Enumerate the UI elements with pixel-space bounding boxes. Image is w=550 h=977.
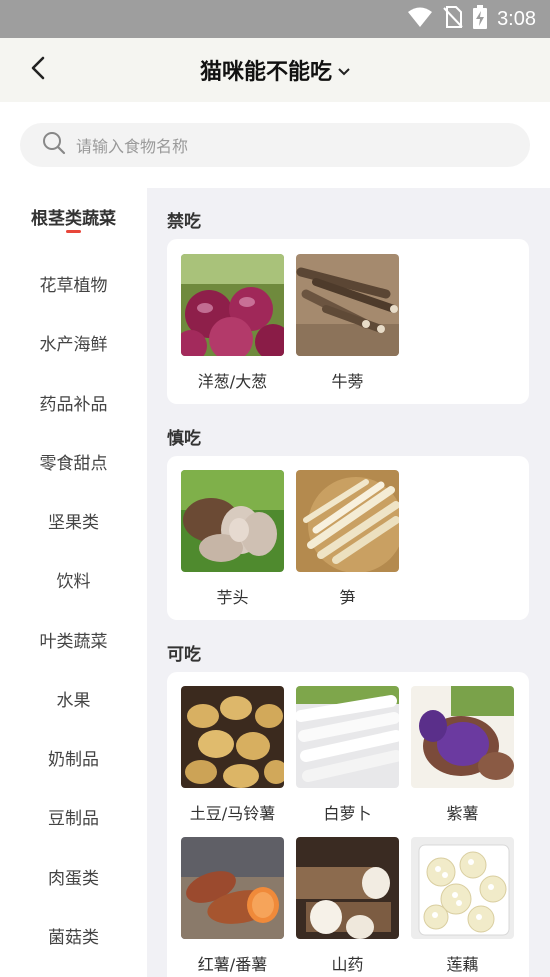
food-item[interactable]: 笋 xyxy=(296,470,399,608)
category-item[interactable]: 水产海鲜 xyxy=(0,322,147,362)
section-card-edible: 土豆/马铃薯 白萝卜 紫薯 红薯/番薯 山药 莲藕 xyxy=(167,672,529,977)
status-time: 3:08 xyxy=(497,7,536,30)
yam-image xyxy=(296,837,399,939)
category-item[interactable]: 饮料 xyxy=(0,559,147,599)
food-name: 洋葱/大葱 xyxy=(197,372,268,391)
category-item[interactable]: 零食甜点 xyxy=(0,441,147,481)
bamboo-shoot-image xyxy=(296,470,399,572)
category-item[interactable]: 药品补品 xyxy=(0,382,147,422)
food-name: 白萝卜 xyxy=(323,804,372,823)
food-name: 土豆/马铃薯 xyxy=(189,804,276,823)
category-item[interactable]: 叶类蔬菜 xyxy=(0,619,147,659)
food-item[interactable]: 白萝卜 xyxy=(296,686,399,824)
food-name: 芋头 xyxy=(216,588,249,607)
battery-charging-icon xyxy=(473,5,488,33)
wifi-icon xyxy=(407,6,433,32)
category-item[interactable]: 水果 xyxy=(0,678,147,718)
food-item[interactable]: 山药 xyxy=(296,837,399,975)
section-title-forbidden: 禁吃 xyxy=(167,212,201,232)
food-name: 紫薯 xyxy=(446,804,479,823)
food-name: 笋 xyxy=(339,588,356,607)
food-list-pane[interactable]: 禁吃 洋葱/大葱 牛蒡 慎吃 芋头 笋 可吃 土豆/马铃薯 白萝卜 紫薯 红薯/… xyxy=(147,188,550,977)
taro-image xyxy=(181,470,284,572)
potato-image xyxy=(181,686,284,788)
search-input[interactable]: 请输入食物名称 xyxy=(20,123,530,167)
search-placeholder: 请输入食物名称 xyxy=(76,137,189,156)
food-item[interactable]: 莲藕 xyxy=(411,837,514,975)
section-title-caution: 慎吃 xyxy=(167,429,201,449)
status-icons: 3:08 xyxy=(407,5,536,33)
food-item[interactable]: 红薯/番薯 xyxy=(181,837,284,975)
food-item[interactable]: 牛蒡 xyxy=(296,254,399,392)
category-item[interactable]: 肉蛋类 xyxy=(0,856,147,896)
category-item[interactable]: 菌菇类 xyxy=(0,915,147,955)
food-item[interactable]: 土豆/马铃薯 xyxy=(181,686,284,824)
title-bar: 猫咪能不能吃 xyxy=(0,38,550,102)
no-sim-icon xyxy=(443,6,463,32)
active-category-indicator xyxy=(66,230,81,233)
page-title: 猫咪能不能吃 xyxy=(199,60,332,85)
purple-sweet-potato-image xyxy=(411,686,514,788)
title-dropdown[interactable]: 猫咪能不能吃 xyxy=(0,38,550,102)
back-arrow-icon xyxy=(31,56,45,84)
lotus-root-image xyxy=(411,837,514,939)
section-card-forbidden: 洋葱/大葱 牛蒡 xyxy=(167,239,529,404)
food-name: 牛蒡 xyxy=(331,372,364,391)
section-title-edible: 可吃 xyxy=(167,645,201,665)
burdock-image xyxy=(296,254,399,356)
search-icon xyxy=(42,131,66,159)
food-name: 山药 xyxy=(331,955,364,974)
sweet-potato-image xyxy=(181,837,284,939)
section-card-caution: 芋头 笋 xyxy=(167,456,529,620)
onion-image xyxy=(181,254,284,356)
back-button[interactable] xyxy=(20,52,56,88)
food-name: 红薯/番薯 xyxy=(197,955,268,974)
food-name: 莲藕 xyxy=(446,955,479,974)
category-item[interactable]: 花草植物 xyxy=(0,263,147,303)
food-item[interactable]: 紫薯 xyxy=(411,686,514,824)
food-item[interactable]: 芋头 xyxy=(181,470,284,608)
food-item[interactable]: 洋葱/大葱 xyxy=(181,254,284,392)
status-bar: 3:08 xyxy=(0,0,550,38)
chevron-down-icon xyxy=(338,61,350,80)
category-item[interactable]: 豆制品 xyxy=(0,796,147,836)
category-sidebar: 根茎类蔬菜 花草植物 水产海鲜 药品补品 零食甜点 坚果类 饮料 叶类蔬菜 水果… xyxy=(0,188,147,977)
category-item[interactable]: 奶制品 xyxy=(0,737,147,777)
white-radish-image xyxy=(296,686,399,788)
category-item[interactable]: 坚果类 xyxy=(0,500,147,540)
